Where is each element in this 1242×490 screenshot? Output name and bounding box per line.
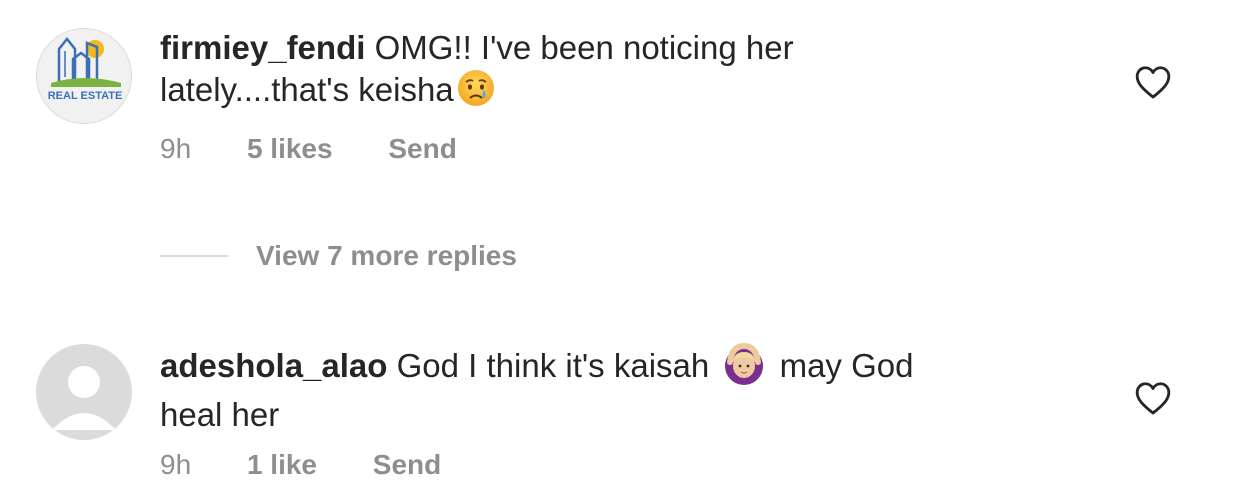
comment-text-continued: may God: [779, 347, 914, 385]
avatar[interactable]: [36, 344, 132, 440]
likes-count[interactable]: 1 like: [247, 448, 317, 482]
default-profile-icon: [52, 366, 116, 430]
comment-body: firmiey_fendi OMG!! I've been noticing h…: [160, 28, 1060, 117]
comment-text-line2: heal her: [160, 396, 280, 433]
comment-meta: 9h 5 likes Send: [160, 132, 457, 166]
replies-divider-line: [160, 255, 228, 257]
comment-time: 9h: [160, 449, 192, 480]
reply-button[interactable]: Send: [388, 132, 456, 166]
comment-text-line2: lately....that's keisha: [160, 71, 454, 109]
comment-time: 9h: [160, 133, 192, 164]
crying-face-emoji-icon: [456, 68, 496, 117]
view-more-replies-button[interactable]: View 7 more replies: [160, 236, 517, 276]
comment-item: REAL ESTATE firmiey_fendi OMG!! I've bee…: [0, 0, 1242, 200]
comment-username[interactable]: firmiey_fendi: [160, 29, 365, 66]
real-estate-logo-icon: REAL ESTATE: [48, 36, 123, 102]
reply-button[interactable]: Send: [373, 448, 441, 482]
avatar-caption: REAL ESTATE: [48, 90, 123, 102]
comment-text: OMG!! I've been noticing her: [365, 29, 794, 66]
like-heart-icon[interactable]: [1134, 380, 1172, 416]
avatar[interactable]: REAL ESTATE: [36, 28, 132, 124]
like-heart-icon[interactable]: [1134, 64, 1172, 100]
comment-meta: 9h 1 like Send: [160, 448, 441, 482]
comment-text: God I think it's kaisah: [387, 347, 710, 385]
comment-body: adeshola_alao God I think it's kaisah ma…: [160, 342, 1060, 435]
comment-item: adeshola_alao God I think it's kaisah ma…: [0, 330, 1242, 490]
comment-username[interactable]: adeshola_alao: [160, 347, 387, 384]
likes-count[interactable]: 5 likes: [247, 132, 333, 166]
view-more-replies-label: View 7 more replies: [256, 240, 517, 271]
person-gesturing-ok-emoji-icon: [720, 342, 768, 395]
